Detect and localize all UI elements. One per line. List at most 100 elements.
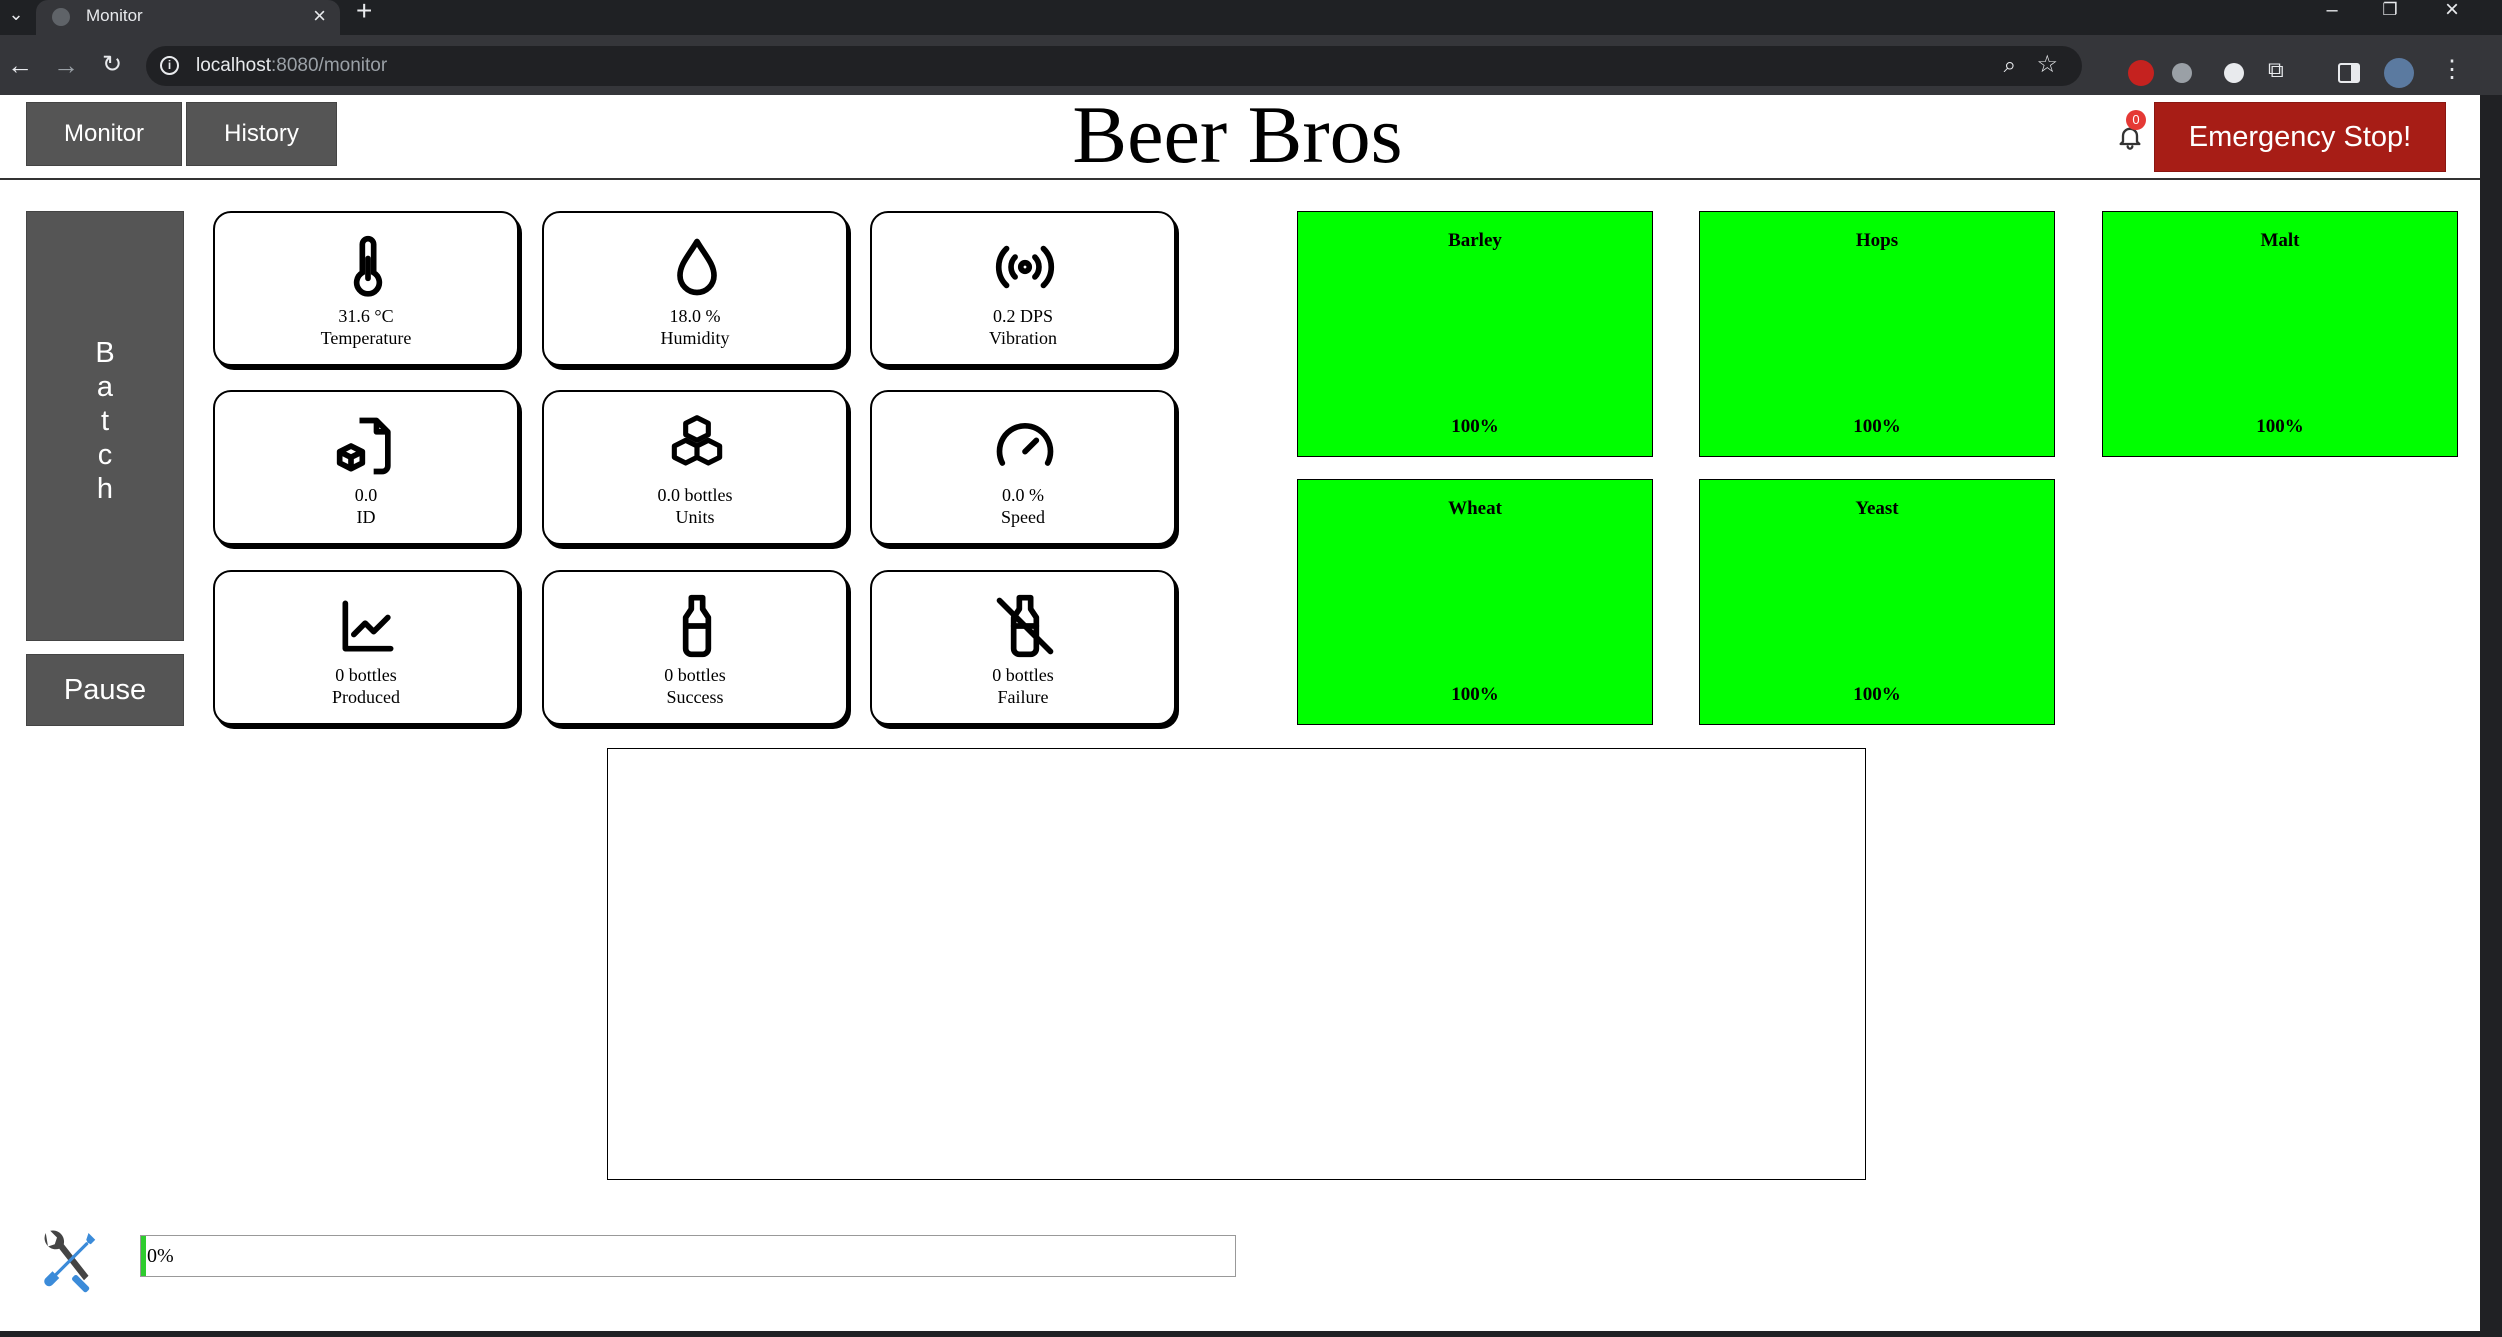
tab-title: Monitor — [86, 6, 143, 25]
url-host: localhost — [196, 55, 271, 76]
sensor-value: 0.0 — [354, 485, 378, 505]
ingredient-name: Malt — [2260, 230, 2300, 251]
batch-letter: h — [96, 473, 114, 505]
url-text[interactable]: localhost:8080/monitor — [196, 55, 387, 77]
window-close-icon[interactable]: × — [2424, 0, 2480, 22]
favicon-icon — [52, 8, 70, 26]
forward-arrow-icon[interactable]: → — [50, 51, 82, 83]
sensor-value: 0 bottles — [335, 665, 397, 685]
batch-letter: a — [96, 371, 114, 403]
close-tab-icon[interactable]: × — [313, 3, 326, 29]
ingredient-tile-wheat: Wheat 100% — [1297, 479, 1653, 725]
side-panel-icon[interactable] — [2338, 63, 2360, 83]
extensions-puzzle-icon[interactable]: ⧉ — [2268, 57, 2294, 83]
address-bar[interactable]: i localhost:8080/monitor ⌕ ☆ — [146, 46, 2082, 86]
new-tab-plus-icon[interactable]: + — [356, 0, 372, 25]
sensor-value: 0 bottles — [664, 665, 726, 685]
window-bottom-edge — [0, 1331, 2480, 1337]
header-divider — [0, 178, 2480, 180]
tab-search-chevron-icon[interactable]: ⌄ — [0, 0, 32, 35]
minimize-icon[interactable]: – — [2304, 0, 2360, 22]
ingredient-name: Barley — [1448, 230, 1502, 251]
more-menu-icon[interactable]: ⋮ — [2440, 55, 2466, 83]
sensor-card-success: 0 bottles Success — [542, 570, 848, 725]
restore-icon[interactable]: ❐ — [2362, 0, 2418, 22]
site-info-icon[interactable]: i — [160, 56, 179, 75]
sensor-value: 31.6 °C — [338, 306, 394, 326]
bookmark-star-icon[interactable]: ☆ — [2036, 50, 2058, 79]
display-panel — [607, 748, 1866, 1180]
sensor-card-produced: 0 bottles Produced — [213, 570, 519, 725]
window-edge — [2480, 95, 2502, 1337]
profile-avatar[interactable] — [2384, 58, 2414, 88]
reload-icon[interactable]: ↻ — [96, 51, 128, 83]
sensor-label: ID — [356, 507, 376, 527]
batch-button[interactable]: B a t c h — [26, 211, 184, 641]
sensor-label: Humidity — [660, 328, 730, 348]
sensor-label: Speed — [1001, 507, 1045, 527]
droplet-icon — [677, 238, 717, 296]
ingredient-tile-malt: Malt 100% — [2102, 211, 2458, 457]
batch-letter: c — [97, 439, 113, 471]
sensor-label: Produced — [332, 687, 400, 707]
notification-badge: 0 — [2126, 110, 2146, 130]
sensor-value: 0.0 bottles — [657, 485, 733, 505]
sensor-card-vibration: 0.2 DPS Vibration — [870, 211, 1176, 366]
ingredient-level: 100% — [1451, 684, 1499, 705]
browser-tab-bar: ⌄ Monitor × + – ❐ × — [0, 0, 2502, 35]
extension-white-icon[interactable] — [2224, 63, 2244, 83]
page-title: Beer Bros — [1072, 95, 1403, 180]
ingredient-level: 100% — [1853, 684, 1901, 705]
ingredient-level: 100% — [1451, 416, 1499, 437]
sensor-card-speed: 0.0 % Speed — [870, 390, 1176, 545]
cubes-icon — [671, 415, 723, 466]
page-viewport: Monitor History Beer Bros 0 Emergency St… — [0, 95, 2480, 1331]
nav-history-button[interactable]: History — [186, 102, 337, 166]
thermometer-icon — [353, 235, 383, 297]
bottle-icon — [682, 594, 712, 658]
sensor-value: 18.0 % — [669, 306, 721, 326]
sensor-label: Vibration — [989, 328, 1057, 348]
nav-monitor-button[interactable]: Monitor — [26, 102, 182, 166]
ingredient-name: Wheat — [1448, 498, 1502, 519]
batch-label: B a t c h — [27, 336, 183, 506]
back-arrow-icon[interactable]: ← — [4, 51, 36, 83]
url-path: :8080/monitor — [271, 55, 388, 76]
sensor-value: 0 bottles — [992, 665, 1054, 685]
gauge-icon — [996, 423, 1054, 466]
browser-tab[interactable]: Monitor × — [36, 0, 340, 35]
tools-icon[interactable] — [30, 1224, 102, 1296]
progress-fill — [141, 1236, 147, 1276]
ingredient-name: Yeast — [1855, 498, 1899, 519]
emergency-stop-button[interactable]: Emergency Stop! — [2154, 102, 2446, 172]
zoom-icon[interactable]: ⌕ — [2004, 52, 2016, 78]
batch-letter: B — [95, 337, 115, 369]
extension-red-icon[interactable] — [2128, 60, 2154, 86]
line-chart-icon — [342, 600, 394, 652]
sensor-card-id: 0.0 ID — [213, 390, 519, 545]
ingredient-level: 100% — [1853, 416, 1901, 437]
ingredient-level: 100% — [2256, 416, 2304, 437]
sensor-value: 0.0 % — [1002, 485, 1044, 505]
ingredient-name: Hops — [1855, 230, 1899, 251]
extension-gray-icon[interactable] — [2172, 63, 2192, 83]
sensor-card-humidity: 18.0 % Humidity — [542, 211, 848, 366]
ingredient-tile-yeast: Yeast 100% — [1699, 479, 2055, 725]
pause-button[interactable]: Pause — [26, 654, 184, 726]
sensor-card-units: 0.0 bottles Units — [542, 390, 848, 545]
batch-letter: t — [100, 405, 110, 437]
vibration-icon — [995, 245, 1055, 289]
sensor-card-failure: 0 bottles Failure — [870, 570, 1176, 725]
sensor-value: 0.2 DPS — [992, 306, 1054, 326]
sensor-label: Success — [666, 687, 724, 707]
sensor-label: Units — [675, 507, 715, 527]
bottle-off-icon — [996, 594, 1054, 658]
sensor-label: Temperature — [320, 328, 412, 348]
batch-id-icon — [336, 417, 391, 475]
ingredient-tile-hops: Hops 100% — [1699, 211, 2055, 457]
sensor-label: Failure — [997, 687, 1049, 707]
maintenance-progress-bar: 0% — [140, 1235, 1236, 1277]
progress-text: 0% — [147, 1245, 174, 1267]
browser-toolbar: ← → ↻ i localhost:8080/monitor ⌕ ☆ ⧉ ⋮ — [0, 35, 2502, 95]
ingredient-tile-barley: Barley 100% — [1297, 211, 1653, 457]
